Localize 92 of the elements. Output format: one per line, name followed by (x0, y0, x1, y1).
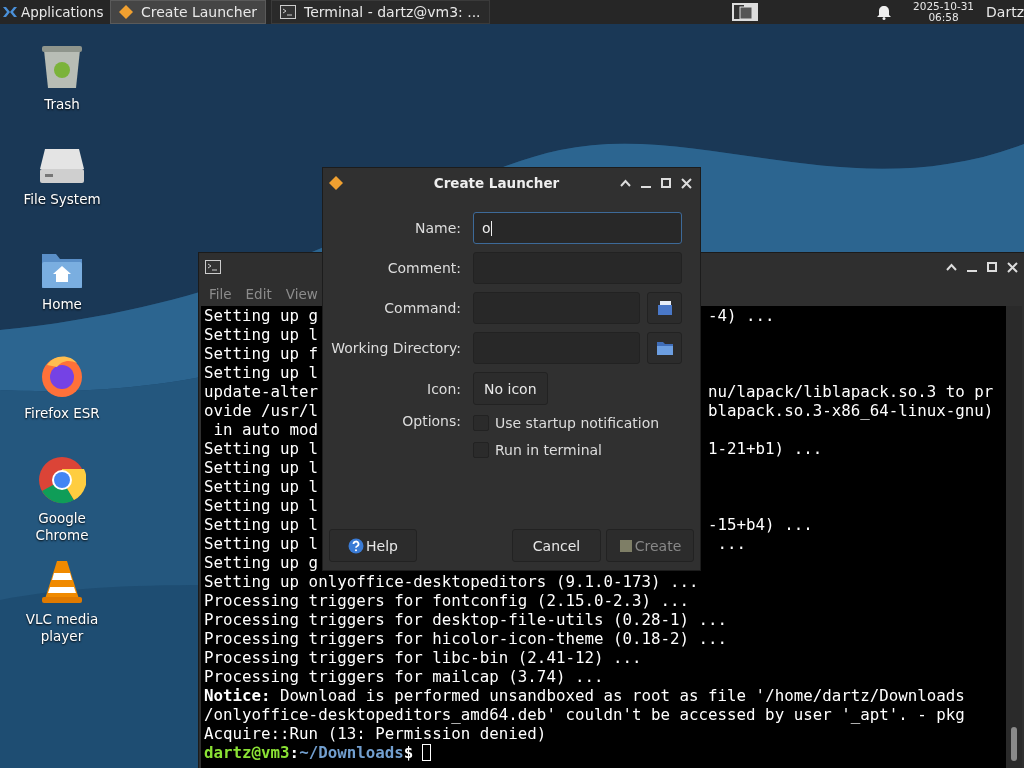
close-icon[interactable] (1007, 261, 1018, 273)
scrollbar-thumb[interactable] (1011, 727, 1017, 761)
prompt-user: dartz@vm3 (204, 743, 290, 762)
terminal-line: Setting up l (204, 496, 319, 515)
terminal-line: ... (716, 534, 747, 553)
terminal-line: nu/lapack/liblapack.so.3 to pr (708, 382, 994, 401)
terminal-line: Processing triggers for fontconfig (2.15.0-2.3) ... (204, 591, 690, 610)
terminal-line: Setting up l (204, 534, 319, 553)
field-label: Name: (414, 220, 461, 236)
terminal-icon (280, 5, 297, 19)
terminal-line: Processing triggers for mailcap (3.74) ... (204, 667, 604, 686)
prompt-symbol: $ (403, 743, 414, 762)
terminal-line: Setting up f (204, 344, 319, 363)
diamond-icon (119, 5, 133, 19)
terminal-line: in auto mod (212, 420, 319, 439)
terminal-line: update-alter (204, 382, 319, 401)
terminal-line: ovide /usr/l (204, 401, 319, 420)
maximize-icon[interactable] (987, 262, 997, 272)
terminal-line: Notice: Download is performed unsandboxed as root as file '/home/dartz/Downloads (204, 686, 965, 705)
prompt-separator: : (289, 743, 300, 762)
firefox-icon (39, 353, 85, 399)
clock-date: 2025-10-31 (913, 1, 975, 12)
shade-icon[interactable] (946, 263, 957, 271)
field-label: Options: (402, 413, 461, 429)
field-label: Command: (384, 300, 461, 316)
shade-icon[interactable] (620, 179, 631, 187)
traffic-cone-icon (40, 559, 84, 605)
checkbox-label[interactable]: Use startup notification (495, 414, 660, 431)
browse-button[interactable] (647, 292, 682, 324)
diamond-icon (329, 176, 343, 190)
drive-icon (39, 147, 85, 185)
scrollbar[interactable] (1006, 306, 1022, 768)
window-button-label: Create Launcher (141, 4, 258, 20)
close-icon[interactable] (681, 177, 692, 189)
terminal-line: Setting up l (204, 458, 319, 477)
menu-item[interactable]: Edit (245, 285, 272, 302)
desktop-icon-label[interactable]: Google Chrome (12, 510, 112, 544)
taskbar-window-button[interactable]: Create Launcher (110, 0, 267, 24)
terminal-line: /onlyoffice-desktopeditors_amd64.deb' couldn't be accessed by user '_apt'. - pkg (204, 705, 965, 724)
terminal-line: blapack.so.3-x86_64-linux-gnu) (708, 401, 994, 420)
taskbar-window-button[interactable]: Terminal - dartz@vm3: ... (271, 0, 490, 24)
workspace-pager-icon[interactable] (731, 2, 759, 22)
terminal-line: Setting up onlyoffice-desktopeditors (9.1.0-173) ... (204, 572, 699, 591)
terminal-line: Setting up l (204, 363, 319, 382)
terminal-line: Processing triggers for hicolor-icon-theme (0.18-2) ... (204, 629, 728, 648)
terminal-line: Setting up l (204, 325, 319, 344)
text-cursor (422, 744, 432, 761)
terminal-line: Setting up l (204, 439, 319, 458)
icon-button[interactable]: No icon (473, 372, 548, 405)
launcher-icon (618, 538, 633, 553)
terminal-line: Processing triggers for libc-bin (2.41-12) ... (204, 648, 642, 667)
prompt-path: ~/Downloads (299, 743, 404, 762)
folder-icon (656, 341, 673, 355)
help-button[interactable]: Help (329, 529, 417, 562)
terminal-line: Acquire::Run (13: Permission denied) (204, 724, 547, 743)
browse-button[interactable] (647, 332, 682, 364)
terminal-line: Setting up g (204, 553, 319, 572)
help-icon (348, 537, 365, 554)
input-field[interactable]: o (473, 212, 682, 244)
user-name[interactable]: Dartz (986, 4, 1024, 20)
chrome-icon (38, 456, 86, 504)
terminal-line: Setting up g (204, 306, 319, 325)
desktop-icon-label[interactable]: File System (12, 191, 112, 208)
mouse-logo-icon (2, 4, 18, 20)
clock[interactable]: 2025-10-31 06:58 (913, 1, 975, 23)
document-icon (656, 300, 673, 316)
terminal-line: Setting up l (204, 515, 319, 534)
desktop-icon-label[interactable]: Trash (12, 96, 112, 113)
applications-menu[interactable]: Applications (0, 0, 110, 24)
terminal-line: Setting up l (204, 477, 319, 496)
dialog-title: Create Launcher (432, 175, 561, 191)
terminal-line: -15+b4) ... (708, 515, 813, 534)
cancel-button[interactable]: Cancel (512, 529, 601, 562)
trash-icon (40, 44, 84, 90)
menu-item[interactable]: View (285, 285, 318, 302)
desktop-icon-label[interactable]: Home (12, 296, 112, 313)
checkbox-label[interactable]: Run in terminal (495, 441, 602, 458)
applications-label: Applications (21, 4, 104, 20)
terminal-line: Processing triggers for desktop-file-utils (0.28-1) ... (204, 610, 728, 629)
clock-time: 06:58 (928, 12, 959, 23)
maximize-icon[interactable] (661, 178, 671, 188)
terminal-icon (205, 260, 221, 274)
field-label: Icon: (427, 380, 461, 397)
desktop-icon-label[interactable]: Firefox ESR (12, 405, 112, 422)
menu-item[interactable]: File (209, 285, 232, 302)
bell-icon[interactable] (877, 4, 891, 20)
terminal-line: 1-21+b1) ... (708, 439, 823, 458)
field-label: Working Directory: (331, 340, 461, 356)
desktop-icon-label[interactable]: VLC media player (12, 611, 112, 645)
field-label: Comment: (387, 260, 461, 276)
terminal-line: -4) ... (708, 306, 775, 325)
window-button-label: Terminal - dartz@vm3: ... (304, 4, 481, 20)
